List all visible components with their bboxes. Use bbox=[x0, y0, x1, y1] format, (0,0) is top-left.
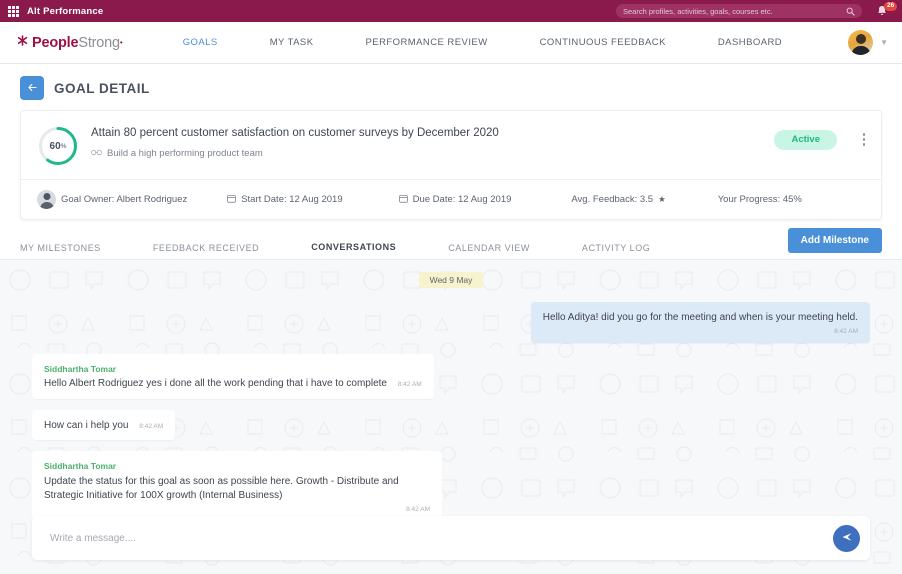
calendar-icon bbox=[227, 194, 236, 206]
goal-owner-label: Goal Owner: Albert Rodriguez bbox=[61, 194, 188, 205]
progress-ring: 60% bbox=[37, 125, 79, 167]
avatar[interactable] bbox=[848, 30, 874, 55]
message-row: Hello Aditya! did you go for the meeting… bbox=[32, 302, 870, 343]
goal-start-date: Start Date: 12 Aug 2019 bbox=[227, 194, 343, 206]
page-title: GOAL DETAIL bbox=[54, 80, 150, 96]
message-row: Siddhartha Tomar Update the status for t… bbox=[32, 451, 870, 521]
back-button[interactable] bbox=[20, 76, 44, 100]
global-search[interactable] bbox=[616, 4, 862, 18]
arrow-left-icon bbox=[27, 81, 38, 96]
progress-ring-value: 60 bbox=[49, 140, 61, 152]
composer-wrap bbox=[32, 516, 870, 560]
nav-item-goals[interactable]: GOALS bbox=[157, 37, 244, 48]
message-bubble-outgoing: Hello Aditya! did you go for the meeting… bbox=[530, 302, 870, 343]
nav-item-my-task[interactable]: MY TASK bbox=[244, 37, 340, 48]
progress-ring-label: 60% bbox=[37, 125, 79, 167]
logo-text-secondary: Strong bbox=[78, 34, 120, 51]
peoplestrong-logo[interactable]: People Strong • bbox=[16, 34, 123, 52]
goal-your-progress-label: Your Progress: 45% bbox=[717, 194, 802, 205]
message-bubble-incoming: Siddhartha Tomar Hello Albert Rodriguez … bbox=[32, 353, 434, 399]
message-text: How can i help you bbox=[44, 419, 129, 431]
date-divider: Wed 9 May bbox=[418, 272, 484, 288]
more-vertical-icon[interactable] bbox=[861, 131, 868, 148]
goal-meta-row: Goal Owner: Albert Rodriguez Start Date:… bbox=[21, 179, 881, 219]
logo-text-primary: People bbox=[32, 34, 79, 51]
goal-due-date-label: Due Date: 12 Aug 2019 bbox=[412, 194, 512, 205]
message-time: 8:42 AM bbox=[406, 505, 430, 513]
notifications-button[interactable]: 26 bbox=[876, 2, 898, 20]
logo-trademark: • bbox=[119, 38, 123, 47]
goal-owner: Goal Owner: Albert Rodriguez bbox=[37, 190, 187, 209]
status-badge: Active bbox=[774, 130, 837, 150]
grid-apps-icon[interactable] bbox=[8, 5, 19, 17]
search-input[interactable] bbox=[623, 6, 846, 16]
message-bubble-incoming: Siddhartha Tomar Update the status for t… bbox=[32, 451, 442, 521]
add-milestone-button[interactable]: Add Milestone bbox=[787, 228, 882, 253]
goal-detail-card: 60% Attain 80 percent customer satisfact… bbox=[20, 110, 882, 220]
goal-card-top: 60% Attain 80 percent customer satisfact… bbox=[21, 111, 881, 179]
message-row: Siddhartha Tomar Hello Albert Rodriguez … bbox=[32, 353, 870, 399]
progress-ring-suffix: % bbox=[60, 142, 67, 150]
message-text: Update the status for this goal as soon … bbox=[44, 475, 399, 502]
message-time: 8:42 AM bbox=[397, 381, 422, 389]
message-bubble-incoming: How can i help you 8:42 AM bbox=[32, 409, 176, 441]
goal-texts: Attain 80 percent customer satisfaction … bbox=[91, 124, 865, 160]
top-purple-bar: Alt Performance 26 bbox=[0, 0, 902, 22]
chevron-down-icon[interactable]: ▼ bbox=[880, 38, 888, 47]
nav-items: GOALS MY TASK PERFORMANCE REVIEW CONTINU… bbox=[157, 37, 808, 48]
tabs-row: MY MILESTONES FEEDBACK RECEIVED CONVERSA… bbox=[0, 220, 902, 263]
message-composer[interactable] bbox=[32, 516, 870, 560]
star-icon: ★ bbox=[658, 194, 666, 204]
page-header: GOAL DETAIL bbox=[0, 64, 902, 110]
owner-avatar bbox=[37, 190, 56, 209]
calendar-icon bbox=[398, 194, 408, 206]
profile-menu[interactable]: ▼ bbox=[848, 30, 888, 55]
message-sender: Siddhartha Tomar bbox=[44, 461, 117, 472]
date-divider-row: Wed 9 May bbox=[32, 272, 870, 288]
message-row: How can i help you 8:42 AM bbox=[32, 409, 870, 441]
message-sender: Siddhartha Tomar bbox=[44, 363, 117, 374]
goal-linked-row: Build a high performing product team bbox=[91, 148, 865, 160]
link-icon bbox=[91, 148, 102, 160]
nav-item-dashboard[interactable]: DASHBOARD bbox=[692, 37, 808, 48]
topbar-right-group: 26 bbox=[616, 0, 898, 22]
send-icon bbox=[841, 531, 853, 546]
nav-item-continuous-feedback[interactable]: CONTINUOUS FEEDBACK bbox=[514, 37, 692, 48]
goal-start-date-label: Start Date: 12 Aug 2019 bbox=[241, 194, 343, 205]
app-name: Alt Performance bbox=[27, 5, 104, 17]
message-time: 8:42 AM bbox=[139, 422, 164, 430]
message-text: Hello Albert Rodriguez yes i done all th… bbox=[44, 378, 387, 390]
message-time: 8:42 AM bbox=[834, 327, 858, 335]
notification-badge: 26 bbox=[884, 2, 898, 11]
message-text: Hello Aditya! did you go for the meeting… bbox=[542, 312, 858, 323]
conversation-panel: Wed 9 May Hello Aditya! did you go for t… bbox=[0, 260, 902, 574]
asterisk-icon bbox=[16, 34, 29, 52]
chat-messages: Wed 9 May Hello Aditya! did you go for t… bbox=[32, 272, 870, 521]
send-button[interactable] bbox=[833, 524, 860, 552]
goal-linked-label: Build a high performing product team bbox=[107, 148, 263, 160]
goal-your-progress: Your Progress: 45% bbox=[718, 194, 802, 205]
message-input[interactable] bbox=[50, 532, 833, 544]
goal-title: Attain 80 percent customer satisfaction … bbox=[91, 127, 499, 139]
main-navbar: People Strong • GOALS MY TASK PERFORMANCE … bbox=[0, 22, 902, 64]
goal-avg-feedback-label: Avg. Feedback: 3.5 bbox=[571, 194, 654, 205]
nav-item-performance-review[interactable]: PERFORMANCE REVIEW bbox=[340, 37, 514, 48]
search-icon[interactable] bbox=[846, 7, 855, 16]
goal-due-date: Due Date: 12 Aug 2019 bbox=[398, 194, 512, 206]
goal-avg-feedback: Avg. Feedback: 3.5 ★ bbox=[571, 194, 665, 205]
